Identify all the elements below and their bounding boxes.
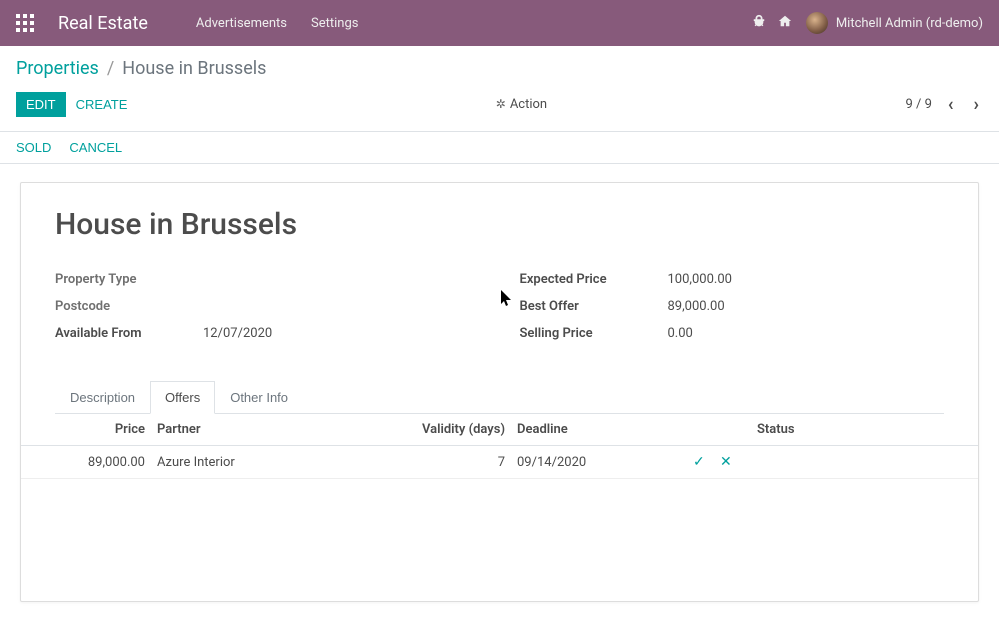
form-sheet: House in Brussels Property Type Postcode… [20,182,979,602]
value-available-from: 12/07/2020 [203,326,272,345]
breadcrumb-parent[interactable]: Properties [16,58,99,79]
action-label: Action [510,97,547,112]
tab-description[interactable]: Description [55,381,150,413]
statusbar: SOLD CANCEL [0,131,999,164]
menu-settings[interactable]: Settings [311,16,358,31]
label-available-from: Available From [55,326,203,345]
col-actions [681,414,751,446]
cell-partner: Azure Interior [151,446,401,479]
control-panel: Properties / House in Brussels EDIT CREA… [0,46,999,119]
pager-next-icon[interactable]: › [970,94,983,115]
group-right: Expected Price 100,000.00 Best Offer 89,… [520,272,945,353]
avatar [806,12,828,34]
cell-status [751,446,978,479]
edit-button[interactable]: EDIT [16,92,66,117]
breadcrumb-separator: / [107,58,114,79]
value-expected-price: 100,000.00 [668,272,732,291]
breadcrumb-current: House in Brussels [122,58,266,79]
group-left: Property Type Postcode Available From 12… [55,272,480,353]
label-expected-price: Expected Price [520,272,668,291]
app-brand[interactable]: Real Estate [58,13,148,34]
cancel-button[interactable]: CANCEL [69,140,122,155]
pager-text[interactable]: 9 / 9 [905,97,931,112]
record-title: House in Brussels [55,207,944,242]
value-selling-price: 0.00 [668,326,693,345]
tabs: Description Offers Other Info [55,381,944,414]
cell-deadline: 09/14/2020 [511,446,681,479]
cell-price: 89,000.00 [21,446,151,479]
col-price[interactable]: Price [21,414,151,446]
breadcrumb: Properties / House in Brussels [16,58,983,79]
col-status[interactable]: Status [751,414,978,446]
table-row[interactable]: 89,000.00 Azure Interior 7 09/14/2020 ✓ … [21,446,978,479]
label-selling-price: Selling Price [520,326,668,345]
main-navbar: Real Estate Advertisements Settings Mitc… [0,0,999,46]
cell-validity: 7 [401,446,511,479]
form-sheet-bg: House in Brussels Property Type Postcode… [0,164,999,620]
tab-offers[interactable]: Offers [150,381,215,414]
label-best-offer: Best Offer [520,299,668,318]
label-property-type: Property Type [55,272,203,291]
col-partner[interactable]: Partner [151,414,401,446]
user-name: Mitchell Admin (rd-demo) [836,16,983,31]
value-best-offer: 89,000.00 [668,299,725,318]
col-validity[interactable]: Validity (days) [401,414,511,446]
col-deadline[interactable]: Deadline [511,414,681,446]
debug-icon[interactable] [752,14,766,32]
home-icon[interactable] [778,14,792,32]
action-dropdown[interactable]: Action [496,97,547,112]
accept-offer-icon[interactable]: ✓ [687,454,711,470]
sold-button[interactable]: SOLD [16,140,51,155]
apps-icon[interactable] [16,14,34,32]
gear-icon [496,97,506,112]
menu-advertisements[interactable]: Advertisements [196,16,287,31]
create-button[interactable]: CREATE [66,92,138,117]
label-postcode: Postcode [55,299,203,318]
cell-actions: ✓ ✕ [681,446,751,479]
refuse-offer-icon[interactable]: ✕ [714,454,738,470]
tab-other-info[interactable]: Other Info [215,381,303,413]
user-menu[interactable]: Mitchell Admin (rd-demo) [806,12,983,34]
offers-table: Price Partner Validity (days) Deadline S… [21,414,978,479]
table-header-row: Price Partner Validity (days) Deadline S… [21,414,978,446]
pager-prev-icon[interactable]: ‹ [944,94,958,115]
